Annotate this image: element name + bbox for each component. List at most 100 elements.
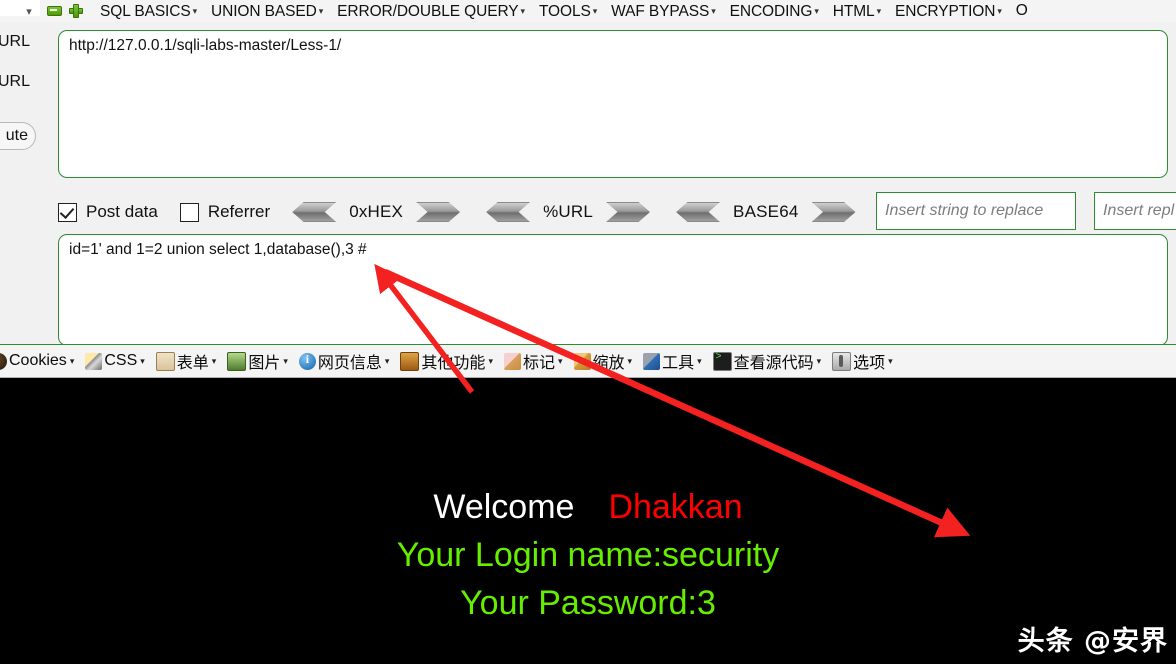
- result-welcome-line: Welcome Dhakkan: [0, 488, 1176, 527]
- chevron-down-icon: ▾: [814, 5, 819, 16]
- menu-sql-basics[interactable]: SQL BASICS ▾: [100, 0, 198, 22]
- plus-badge-icon[interactable]: [66, 0, 86, 22]
- arrow-left-icon-url[interactable]: [486, 202, 531, 222]
- devbar-item-page-info[interactable]: 网页信息▾: [298, 349, 389, 373]
- left-rail: URL URL ute: [0, 22, 52, 356]
- devbar-label: 其他功能: [421, 355, 486, 372]
- menu-waf-bypass[interactable]: WAF BYPASS ▾: [611, 0, 716, 22]
- result-login-name: Your Login name:security: [396, 536, 780, 574]
- chevron-down-icon: ▾: [876, 5, 882, 16]
- menu-label: ENCRYPTION: [895, 2, 996, 20]
- devbar-item-other[interactable]: 其他功能 ▾: [400, 349, 493, 373]
- chevron-down-icon: ▾: [997, 5, 1002, 16]
- encoder-base64-group: BASE64: [676, 202, 856, 222]
- execute-button[interactable]: ute: [0, 122, 36, 150]
- chevron-down-icon: ▾: [488, 355, 493, 366]
- arrow-right-icon-hex[interactable]: [416, 202, 461, 222]
- ruler-zoom-icon: [573, 352, 591, 370]
- replace-with-input[interactable]: Insert repl: [1094, 192, 1176, 230]
- chevron-down-icon: ▾: [520, 5, 526, 16]
- post-data-textarea[interactable]: id=1' and 1=2 union select 1,database(),…: [58, 234, 1168, 346]
- chevron-down-icon: ▾: [711, 5, 716, 16]
- info-icon: [298, 352, 316, 370]
- devbar-label: 选项: [853, 355, 886, 372]
- encoder-hex-label: 0xHEX: [349, 202, 404, 221]
- web-developer-toolbar: Cookies▾ CSS▾ 表单▾ 图片▾ 网页信息▾ 其他功能▾ 标记▾ 缩放…: [0, 344, 1176, 378]
- menu-overflow-cutoff[interactable]: O: [1016, 0, 1028, 22]
- chevron-down-icon: ▾: [192, 5, 198, 16]
- arrow-left-icon-base64[interactable]: [676, 202, 721, 222]
- image-icon: [227, 351, 247, 371]
- chevron-down-icon: ▾: [888, 355, 893, 366]
- url-textarea[interactable]: http://127.0.0.1/sqli-labs-master/Less-1…: [58, 30, 1168, 178]
- devbar-item-view-source[interactable]: 查看源代码▾: [712, 349, 822, 373]
- devbar-item-zoom[interactable]: 缩放 ▾: [573, 349, 632, 373]
- arrow-right-icon-url[interactable]: [606, 202, 651, 222]
- devbar-item-cookies[interactable]: Cookies ▾: [0, 352, 74, 370]
- devbar-label: 工具: [662, 355, 695, 372]
- options-row: Post data Referrer 0xHEX %URL BASE64 Ins…: [58, 192, 1176, 232]
- menu-html[interactable]: HTML ▾: [833, 0, 882, 22]
- menu-union-based[interactable]: UNION BASED ▾: [211, 0, 324, 22]
- encoder-base64-label: BASE64: [733, 202, 799, 221]
- devbar-item-images[interactable]: 图片 ▾: [227, 349, 288, 373]
- clipboard-form-icon: [155, 351, 175, 371]
- minus-badge-icon[interactable]: [44, 0, 64, 22]
- post-data-label: Post data: [86, 202, 158, 221]
- devbar-label: 缩放: [592, 355, 625, 372]
- cookie-icon: [0, 352, 7, 370]
- menu-label: UNION BASED: [211, 2, 317, 20]
- watermark-text: 头条 @安界: [1017, 626, 1168, 657]
- dhakkan-text: Dhakkan: [608, 488, 743, 526]
- sqli-tool-panel: http://127.0.0.1/sqli-labs-master/Less-1…: [52, 22, 1176, 356]
- menu-label: O: [1015, 2, 1028, 19]
- post-data-value: id=1' and 1=2 union select 1,database(),…: [69, 241, 367, 258]
- chevron-down-icon: ▾: [211, 355, 217, 366]
- devbar-item-markup[interactable]: 标记 ▾: [503, 349, 563, 373]
- arrow-right-icon-base64[interactable]: [811, 202, 856, 222]
- arrow-left-icon-hex[interactable]: [292, 202, 337, 222]
- page-result-area: Welcome Dhakkan Your Login name:security …: [0, 378, 1176, 664]
- chevron-down-icon: ▾: [816, 355, 822, 366]
- wrench-tools-icon: [643, 352, 661, 370]
- result-password: Your Password:3: [460, 584, 716, 622]
- menu-label: ERROR/DOUBLE QUERY: [337, 2, 519, 20]
- devbar-item-options[interactable]: 选项 ▾: [832, 349, 893, 373]
- menu-error-double-query[interactable]: ERROR/DOUBLE QUERY ▾: [337, 0, 526, 22]
- menu-encoding[interactable]: ENCODING ▾: [729, 0, 819, 22]
- menu-tools[interactable]: TOOLS ▾: [538, 0, 598, 22]
- chevron-down-icon: ▾: [592, 5, 598, 16]
- chevron-down-icon[interactable]: ▾: [16, 0, 42, 22]
- encoder-url-group: %URL: [486, 202, 651, 222]
- chevron-down-icon: ▾: [697, 355, 702, 366]
- devbar-item-css[interactable]: CSS ▾: [85, 352, 145, 370]
- chevron-down-icon: ▾: [283, 355, 288, 366]
- replace-search-input[interactable]: Insert string to replace: [876, 192, 1076, 230]
- devbar-label: 网页信息: [317, 355, 382, 372]
- devbar-item-forms[interactable]: 表单 ▾: [155, 349, 217, 373]
- url-value: http://127.0.0.1/sqli-labs-master/Less-1…: [69, 37, 342, 54]
- view-source-icon: [712, 351, 732, 371]
- other-tools-icon: [400, 351, 420, 371]
- menu-encryption[interactable]: ENCRYPTION ▾: [895, 0, 1002, 22]
- referrer-checkbox[interactable]: [179, 202, 199, 222]
- menu-label: TOOLS: [538, 2, 591, 20]
- devbar-label: 表单: [176, 355, 209, 372]
- chevron-down-icon: ▾: [557, 355, 563, 366]
- devbar-label: 图片: [248, 355, 281, 372]
- devbar-item-tools[interactable]: 工具 ▾: [643, 349, 702, 373]
- post-data-checkbox-group[interactable]: Post data: [58, 202, 158, 222]
- encoder-url-label: %URL: [543, 202, 594, 221]
- chevron-down-icon: ▾: [69, 355, 75, 366]
- devbar-label: 标记: [522, 355, 555, 372]
- chevron-down-icon: ▾: [318, 5, 324, 16]
- encoder-hex-group: 0xHEX: [292, 202, 461, 222]
- menu-label: SQL BASICS: [100, 2, 191, 20]
- referrer-label: Referrer: [207, 202, 271, 221]
- menu-label: ENCODING: [729, 2, 813, 20]
- post-data-checkbox[interactable]: [58, 202, 77, 222]
- welcome-text: Welcome: [433, 488, 575, 526]
- rail-label-url-2: URL: [0, 73, 31, 90]
- screenshot-root: ▾ SQL BASICS ▾ UNION BASED ▾ ERROR/DOUBLE …: [0, 0, 1176, 664]
- referrer-checkbox-group[interactable]: Referrer: [179, 202, 271, 222]
